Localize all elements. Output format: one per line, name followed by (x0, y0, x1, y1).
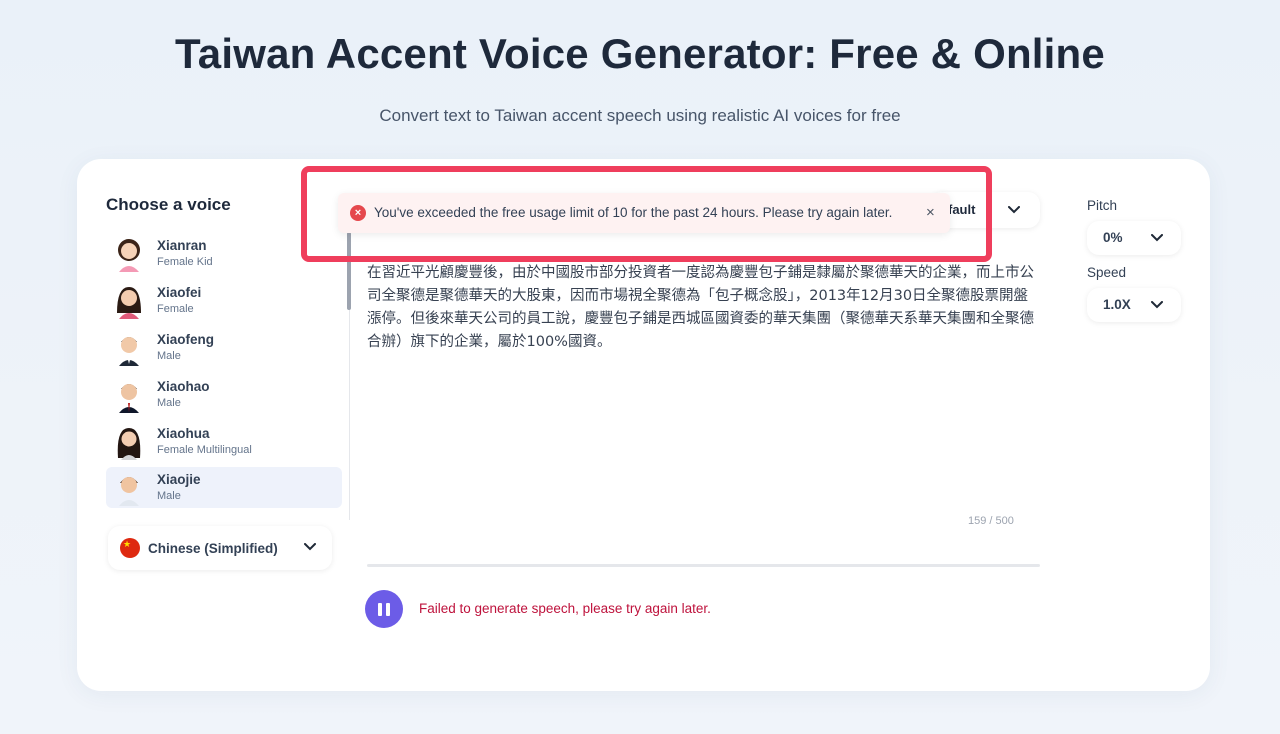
pitch-value: 0% (1103, 230, 1123, 245)
page-title: Taiwan Accent Voice Generator: Free & On… (175, 30, 1105, 77)
avatar-icon (117, 286, 141, 319)
voice-name: Xiaohua (157, 426, 210, 441)
pause-icon (378, 602, 382, 616)
voice-item-xiaojie[interactable]: Xiaojie Male (106, 467, 342, 508)
avatar-icon (119, 336, 139, 366)
voice-name: Xiaofei (157, 285, 202, 300)
voice-desc: Male (157, 397, 181, 409)
avatar-icon (119, 476, 139, 506)
pitch-select[interactable]: 0% (1087, 221, 1181, 255)
pause-icon (386, 602, 390, 616)
chevron-down-icon (1151, 234, 1163, 242)
voice-desc: Female (157, 303, 194, 315)
pitch-label: Pitch (1087, 198, 1118, 213)
progress-track (367, 564, 1040, 567)
language-select[interactable]: Chinese (Simplified) (108, 526, 332, 570)
avatar-icon (118, 238, 140, 272)
text-input[interactable]: 在習近平光顧慶豐後，由於中國股市部分投資者一度認為慶豐包子鋪是隸屬於聚德華天的企… (367, 262, 1035, 354)
voice-desc: Female Multilingual (157, 444, 252, 456)
speed-value: 1.0X (1103, 297, 1131, 312)
language-label: Chinese (Simplified) (148, 540, 278, 556)
speed-select[interactable]: 1.0X (1087, 288, 1181, 322)
voice-heading: Choose a voice (106, 195, 231, 214)
voice-list: Xianran Female Kid Xiaofei Female Xiaofe… (106, 230, 342, 508)
voice-name: Xiaojie (157, 472, 201, 487)
speech-error-message: Failed to generate speech, please try ag… (419, 601, 711, 616)
pause-button[interactable] (365, 590, 403, 628)
chevron-down-icon (1008, 206, 1020, 214)
page-subtitle: Convert text to Taiwan accent speech usi… (379, 106, 901, 125)
error-circle-icon: × (350, 205, 366, 221)
voice-name: Xianran (157, 238, 207, 253)
voice-desc: Male (157, 350, 181, 362)
voice-name: Xiaohao (157, 379, 210, 394)
avatar-icon (117, 427, 141, 460)
speed-label: Speed (1087, 265, 1127, 280)
voice-name: Xiaofeng (157, 332, 215, 347)
voice-desc: Male (157, 490, 181, 502)
close-icon[interactable]: × (926, 204, 935, 221)
character-count: 159 / 500 (968, 515, 1014, 527)
error-toast: × You've exceeded the free usage limit o… (338, 193, 950, 233)
panel-divider (349, 310, 350, 520)
chevron-down-icon (1151, 301, 1163, 309)
avatar-icon (119, 383, 139, 413)
voice-item-xiaofei[interactable]: Xiaofei Female (106, 277, 342, 324)
voice-desc: Female Kid (157, 256, 213, 268)
voice-item-xiaohua[interactable]: Xiaohua Female Multilingual (106, 418, 342, 465)
china-flag-icon (120, 538, 140, 558)
voice-item-xiaofeng[interactable]: Xiaofeng Male (106, 324, 342, 371)
toast-message: You've exceeded the free usage limit of … (374, 205, 893, 220)
voice-item-xiaohao[interactable]: Xiaohao Male (106, 371, 342, 418)
chevron-down-icon (304, 543, 316, 551)
